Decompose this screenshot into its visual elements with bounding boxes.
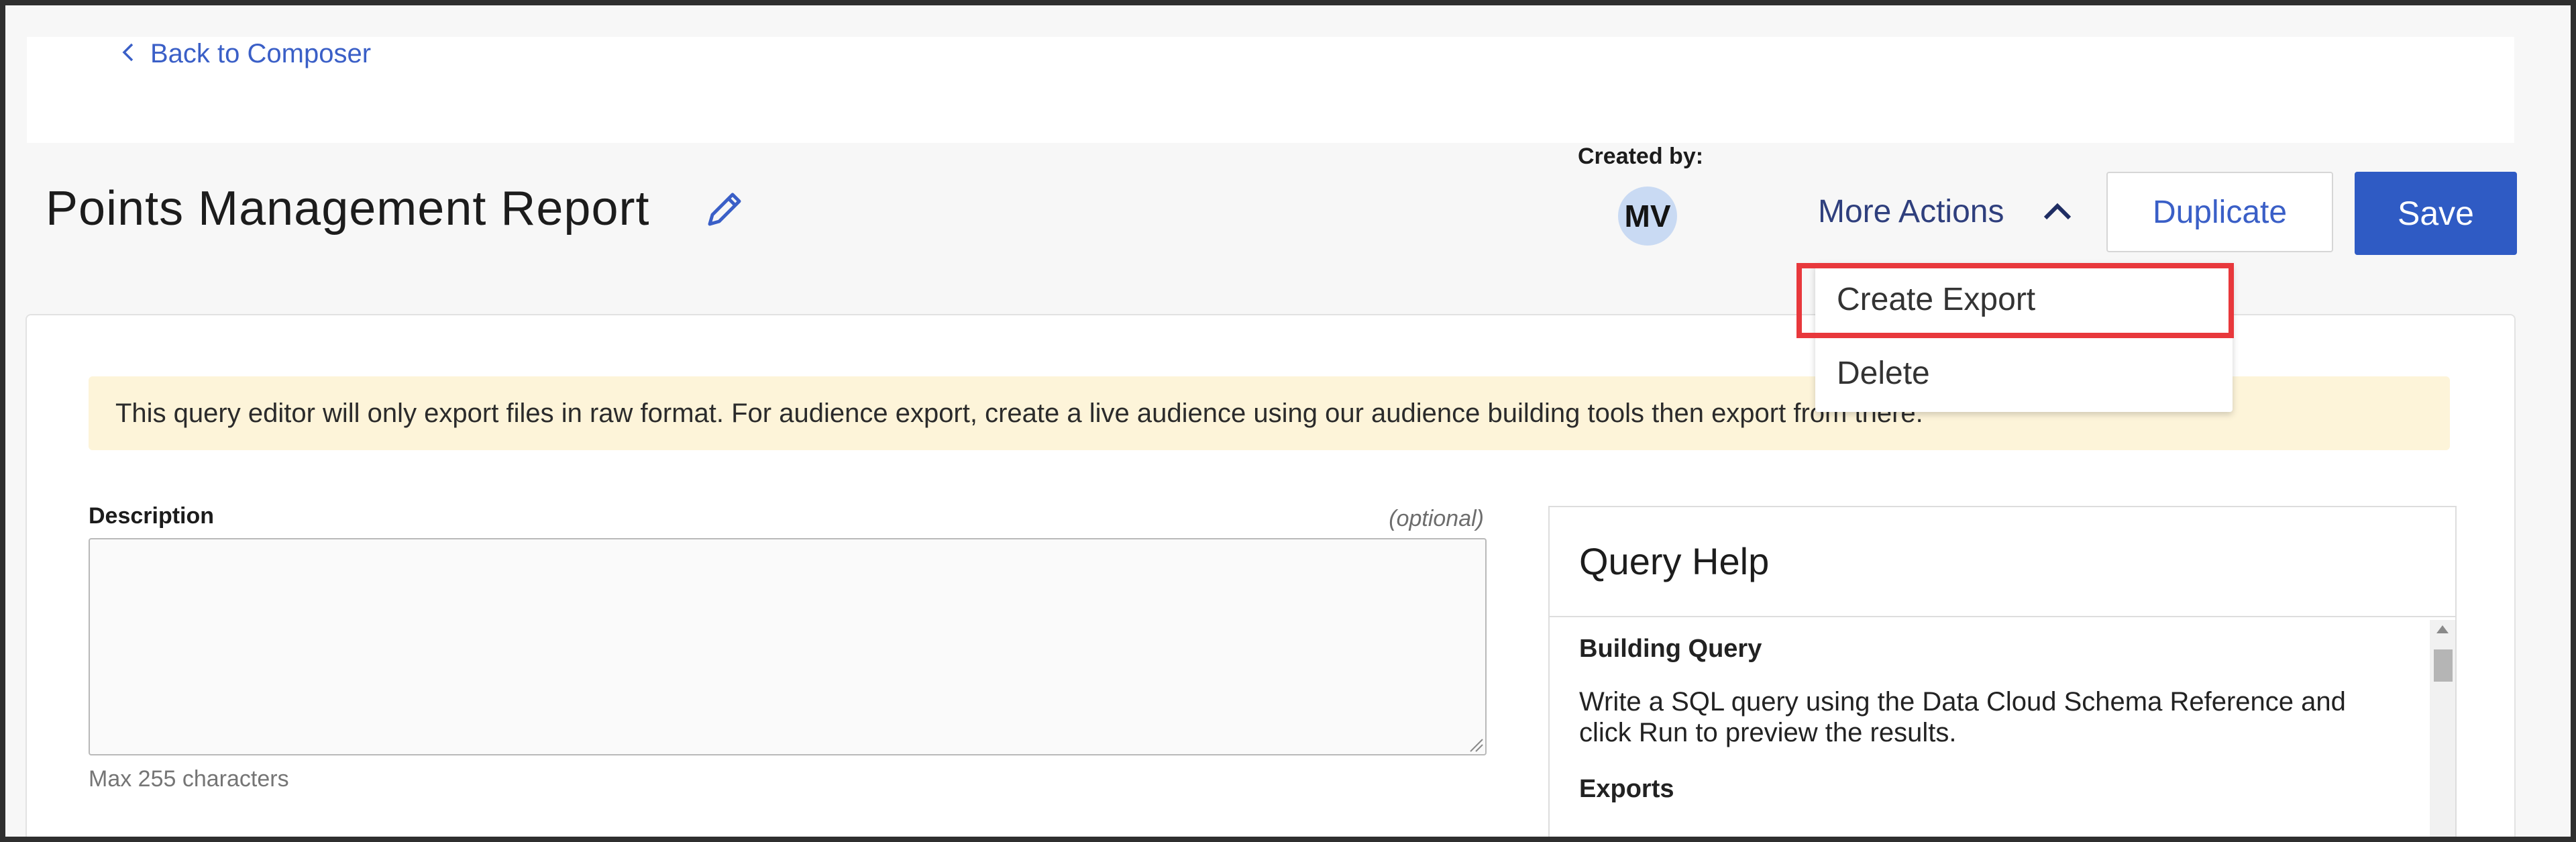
pencil-icon[interactable] — [702, 185, 749, 232]
chevron-left-icon — [119, 39, 137, 69]
back-link-label: Back to Composer — [150, 39, 372, 68]
back-to-composer-link[interactable]: Back to Composer — [119, 39, 371, 69]
more-actions-dropdown: Create Export Delete — [1815, 263, 2233, 412]
avatar: MV — [1618, 187, 1677, 246]
scroll-up-arrow-icon[interactable] — [2436, 625, 2449, 633]
menu-item-delete[interactable]: Delete — [1815, 337, 2233, 409]
duplicate-button[interactable]: Duplicate — [2106, 172, 2333, 252]
help-section-heading: Exports — [1579, 775, 1674, 803]
query-help-panel: Query Help Building Query Write a SQL qu… — [1548, 506, 2457, 837]
more-actions-label: More Actions — [1818, 194, 2004, 229]
description-field[interactable] — [89, 538, 1487, 755]
notice-text: This query editor will only export files… — [115, 398, 1923, 428]
created-by-label: Created by: — [1578, 144, 1704, 169]
top-nav-bar — [27, 37, 2514, 143]
description-char-limit-hint: Max 255 characters — [89, 766, 289, 792]
help-section-heading: Building Query — [1579, 635, 1762, 663]
help-scrollbar[interactable] — [2430, 620, 2455, 837]
description-optional-label: (optional) — [1389, 506, 1484, 531]
description-label: Description — [89, 503, 215, 529]
app-frame: Back to Composer Points Management Repor… — [5, 5, 2571, 837]
help-section-text: Write a SQL query using the Data Cloud S… — [1579, 687, 2346, 747]
query-help-title: Query Help — [1579, 540, 1770, 582]
query-help-body: Building Query Write a SQL query using t… — [1579, 635, 2371, 827]
save-button[interactable]: Save — [2355, 172, 2517, 255]
resize-grip-icon[interactable] — [1466, 735, 1484, 753]
query-help-header: Query Help — [1550, 507, 2455, 617]
page-title: Points Management Report — [46, 182, 650, 235]
more-actions-button[interactable]: More Actions — [1818, 193, 2074, 230]
chevron-up-icon — [2041, 193, 2074, 230]
scrollbar-thumb[interactable] — [2434, 649, 2453, 682]
menu-item-create-export[interactable]: Create Export — [1815, 263, 2233, 335]
